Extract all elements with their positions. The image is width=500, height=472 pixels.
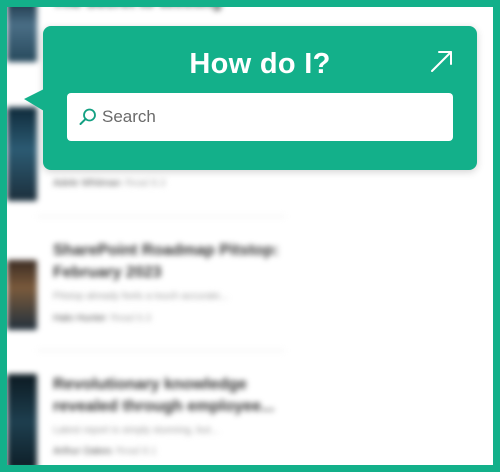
thumbnail [7, 107, 37, 201]
item-title: Revolutionary knowledge revealed through… [53, 376, 275, 415]
popup-pointer [24, 89, 44, 111]
item-read-time: Read 8.1 [115, 446, 157, 457]
item-read-time: Read 6.3 [110, 313, 151, 324]
thumbnail [7, 260, 37, 330]
item-title: SharePoint Roadmap Pitstop: February 202… [53, 242, 279, 281]
search-box[interactable] [67, 93, 453, 141]
item-meta: Arthur Oakes Read 8.1 [53, 446, 157, 457]
popup-title: How do I? [189, 48, 331, 80]
thumbnail [7, 374, 37, 470]
divider [37, 216, 285, 217]
divider [37, 350, 285, 351]
item-description: Pitstop already feels a touch accurate..… [53, 291, 229, 302]
search-input[interactable] [102, 102, 442, 132]
how-do-i-popup: How do I? [24, 26, 477, 170]
item-description: Latest report is simply stunning, but... [53, 425, 219, 436]
item-meta: Adele Whitman Read 8.3 [53, 178, 165, 189]
search-icon [79, 108, 96, 125]
item-meta: Halo Hunter Read 6.3 [53, 313, 151, 324]
item-title: The Secret to Winning [53, 0, 222, 11]
item-author: Halo Hunter [53, 313, 107, 324]
item-read-time: Read 8.3 [124, 178, 166, 189]
item-author: Arthur Oakes [53, 446, 112, 457]
thumbnail [7, 0, 37, 62]
item-author: Adele Whitman [53, 178, 121, 189]
arrow-up-right-icon[interactable] [429, 48, 455, 74]
